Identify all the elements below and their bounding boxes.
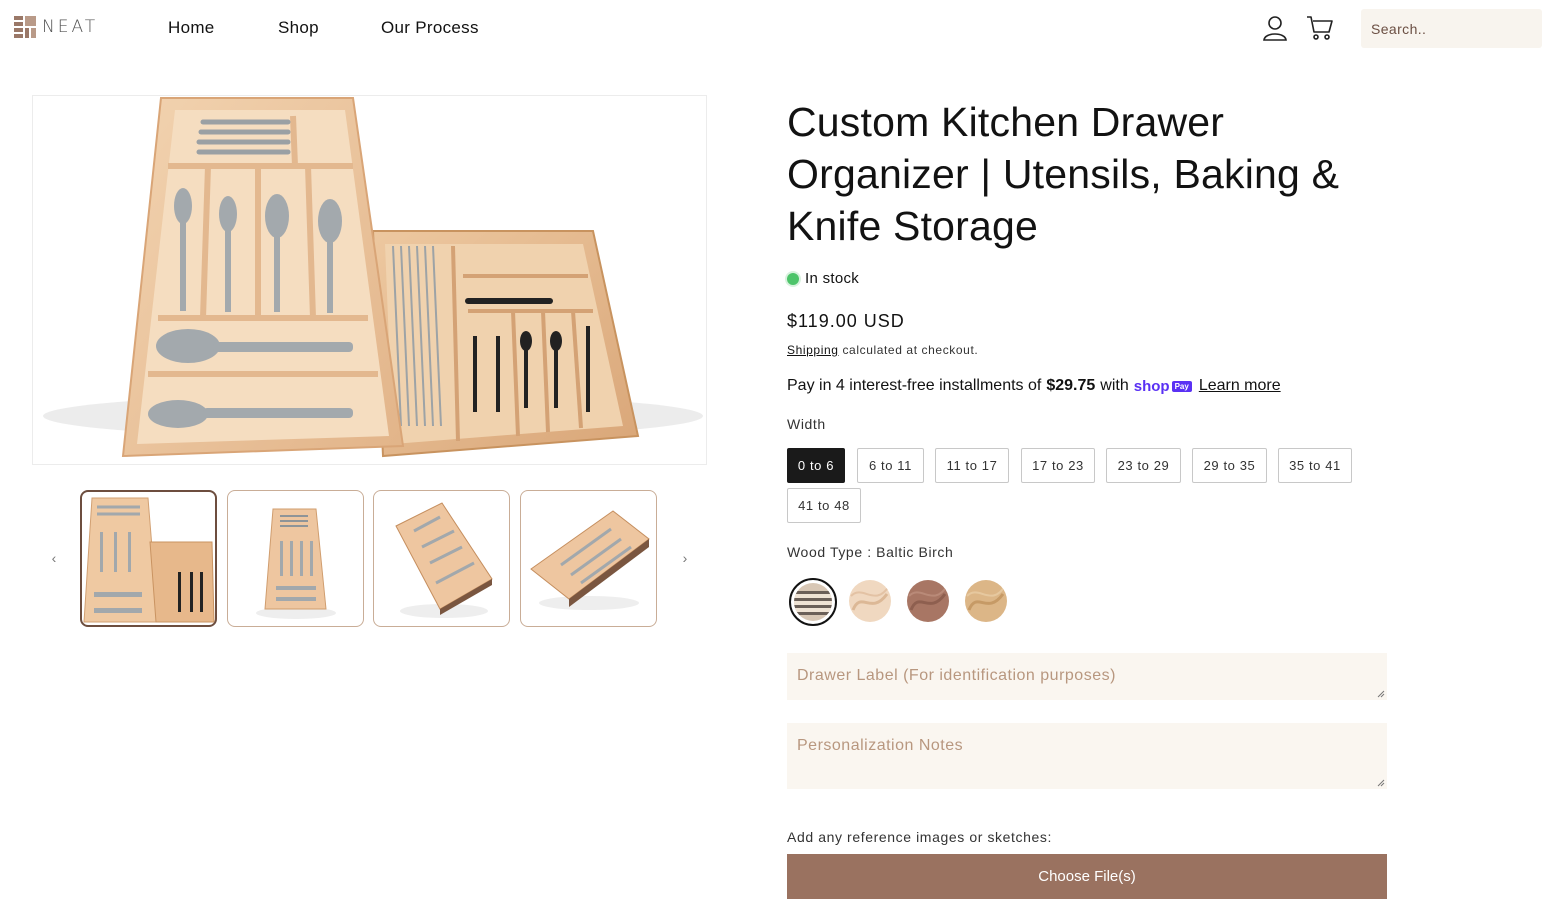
installments-banner: Pay in 4 interest-free installments of $… <box>787 377 1281 395</box>
width-option-35-41[interactable]: 35 to 41 <box>1278 448 1352 483</box>
width-option-11-17[interactable]: 11 to 17 <box>935 448 1009 483</box>
installments-prefix: Pay in 4 interest-free installments of <box>787 377 1042 394</box>
width-option-29-35[interactable]: 29 to 35 <box>1192 448 1267 483</box>
shipping-link[interactable]: Shipping <box>787 343 839 357</box>
resize-handle-icon[interactable] <box>1377 779 1385 787</box>
wood-swatch-cherry[interactable] <box>965 580 1007 622</box>
stock-status: In stock <box>787 270 859 287</box>
wood-swatch-walnut[interactable] <box>907 580 949 622</box>
shipping-text: calculated at checkout. <box>838 343 979 357</box>
product-price: $119.00 USD <box>787 311 905 331</box>
nav-shop[interactable]: Shop <box>278 18 319 38</box>
wood-type-label: Wood Type : Baltic Birch <box>787 544 954 560</box>
logo-mark-icon <box>14 16 36 38</box>
learn-more-link[interactable]: Learn more <box>1199 377 1281 395</box>
thumbnail-4[interactable] <box>520 490 657 627</box>
chevron-left-icon[interactable]: ‹ <box>44 548 64 568</box>
stock-text: In stock <box>805 270 860 287</box>
upload-label: Add any reference images or sketches: <box>787 829 1052 845</box>
width-option-6-11[interactable]: 6 to 11 <box>857 448 924 483</box>
shoppay-shop-text: shop <box>1133 377 1170 395</box>
thumbnail-1[interactable] <box>80 490 217 627</box>
width-option-23-29[interactable]: 23 to 29 <box>1106 448 1181 483</box>
shipping-note: Shipping calculated at checkout. <box>787 343 978 357</box>
width-label: Width <box>787 416 826 432</box>
product-title: Custom Kitchen Drawer Organizer | Utensi… <box>787 99 1340 249</box>
site-header: NEAT Home Shop Our Process <box>0 0 1559 56</box>
nav-home[interactable]: Home <box>168 18 215 38</box>
main-product-image[interactable] <box>32 95 707 465</box>
thumbnail-2[interactable] <box>227 490 364 627</box>
chevron-right-icon[interactable]: › <box>675 548 695 568</box>
resize-handle-icon[interactable] <box>1377 690 1385 698</box>
installments-amount: $29.75 <box>1046 377 1096 394</box>
thumbnail-3[interactable] <box>373 490 510 627</box>
shoppay-logo: shop Pay <box>1134 378 1192 395</box>
width-option-17-23[interactable]: 17 to 23 <box>1021 448 1095 483</box>
drawer-label-field[interactable] <box>787 653 1387 700</box>
brand-logo[interactable]: NEAT <box>14 16 98 38</box>
cart-icon[interactable] <box>1306 14 1334 42</box>
search-input[interactable] <box>1361 9 1542 48</box>
choose-files-button[interactable]: Choose File(s) <box>787 854 1387 899</box>
installments-with: with <box>1100 377 1129 394</box>
shoppay-pay-badge: Pay <box>1171 380 1192 392</box>
personalization-notes-field[interactable] <box>787 723 1387 789</box>
nav-our-process[interactable]: Our Process <box>381 18 479 38</box>
in-stock-dot-icon <box>787 272 799 285</box>
wood-swatch-baltic-birch[interactable] <box>789 578 837 626</box>
width-option-0-6[interactable]: 0 to 6 <box>787 448 845 483</box>
user-icon[interactable] <box>1261 14 1289 42</box>
width-option-41-48[interactable]: 41 to 48 <box>787 488 861 523</box>
wood-swatch-maple[interactable] <box>849 580 891 622</box>
brand-name: NEAT <box>42 17 99 37</box>
